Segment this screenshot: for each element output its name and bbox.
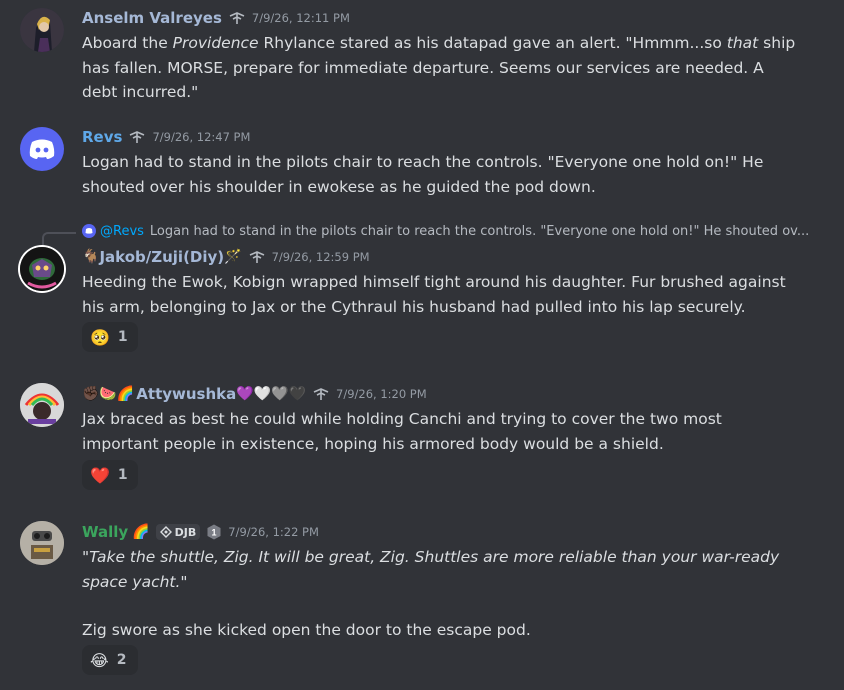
author-prefix-emoji: ✊🏿🍉🌈 bbox=[82, 386, 135, 402]
avatar-image bbox=[20, 521, 64, 565]
reaction-count: 1 bbox=[117, 467, 128, 483]
tears-of-joy-icon: 😂 bbox=[90, 650, 109, 670]
message-text: Zig swore as she kicked open the door to… bbox=[82, 621, 531, 639]
svg-text:1: 1 bbox=[212, 528, 217, 538]
reaction-pill[interactable]: 🥺 1 bbox=[82, 322, 138, 352]
level-badge-icon[interactable]: 1 bbox=[206, 524, 222, 540]
message-text: Aboard the Providence Rhylance stared as… bbox=[82, 34, 796, 101]
author-suffix-emoji: 💜🤍🩶🖤 bbox=[236, 386, 306, 402]
reaction-count: 2 bbox=[116, 652, 127, 668]
timestamp[interactable]: 7/9/26, 12:59 PM bbox=[272, 250, 370, 264]
author-name[interactable]: Attywushka bbox=[136, 385, 236, 403]
reply-mention[interactable]: @Revs bbox=[100, 224, 144, 239]
reaction-pill[interactable]: ❤️ 1 bbox=[82, 460, 138, 490]
avatar-image bbox=[20, 247, 64, 291]
avatar-image bbox=[20, 8, 64, 52]
avatar-image bbox=[20, 383, 64, 427]
timestamp[interactable]: 7/9/26, 12:11 PM bbox=[252, 11, 350, 25]
red-heart-icon: ❤️ bbox=[90, 465, 110, 485]
message-text: Jax braced as best he could while holdin… bbox=[82, 410, 722, 453]
role-badge-icon[interactable] bbox=[248, 250, 266, 264]
author-suffix-emoji: 🌈 bbox=[132, 524, 150, 540]
avatar[interactable] bbox=[20, 383, 64, 427]
avatar[interactable] bbox=[20, 247, 64, 291]
avatar[interactable] bbox=[20, 521, 64, 565]
message-text: Logan had to stand in the pilots chair t… bbox=[82, 153, 764, 196]
author-name[interactable]: Jakob/Zuji(Diy) bbox=[99, 248, 224, 266]
timestamp[interactable]: 7/9/26, 12:47 PM bbox=[152, 130, 250, 144]
discord-icon bbox=[82, 224, 96, 238]
timestamp[interactable]: 7/9/26, 1:22 PM bbox=[228, 525, 319, 539]
role-badge-icon[interactable] bbox=[228, 11, 246, 25]
server-tag[interactable]: DJB bbox=[155, 524, 201, 540]
role-badge-icon[interactable] bbox=[128, 130, 146, 144]
avatar[interactable] bbox=[20, 127, 64, 171]
avatar[interactable] bbox=[20, 8, 64, 52]
author-name[interactable]: Revs bbox=[82, 128, 122, 146]
discord-logo-icon bbox=[29, 139, 55, 159]
tag-icon bbox=[159, 526, 172, 538]
author-name[interactable]: Anselm Valreyes bbox=[82, 9, 222, 27]
reply-connector bbox=[42, 232, 76, 246]
author-suffix-emoji: 🪄 bbox=[224, 249, 242, 265]
role-badge-icon[interactable] bbox=[312, 387, 330, 401]
reaction-pill[interactable]: 😂 2 bbox=[82, 645, 138, 675]
author-prefix-emoji: 🐐 bbox=[82, 249, 100, 265]
timestamp[interactable]: 7/9/26, 1:20 PM bbox=[336, 387, 427, 401]
reply-text[interactable]: Logan had to stand in the pilots chair t… bbox=[150, 224, 809, 239]
reply-preview[interactable]: @Revs Logan had to stand in the pilots c… bbox=[82, 222, 809, 240]
message-text: Heeding the Ewok, Kobign wrapped himself… bbox=[82, 273, 786, 316]
message-italic-text: "Take the shuttle, Zig. It will be great… bbox=[82, 548, 780, 591]
reaction-count: 1 bbox=[117, 329, 128, 345]
author-name[interactable]: Wally bbox=[82, 523, 128, 541]
pleading-face-icon: 🥺 bbox=[90, 327, 110, 347]
